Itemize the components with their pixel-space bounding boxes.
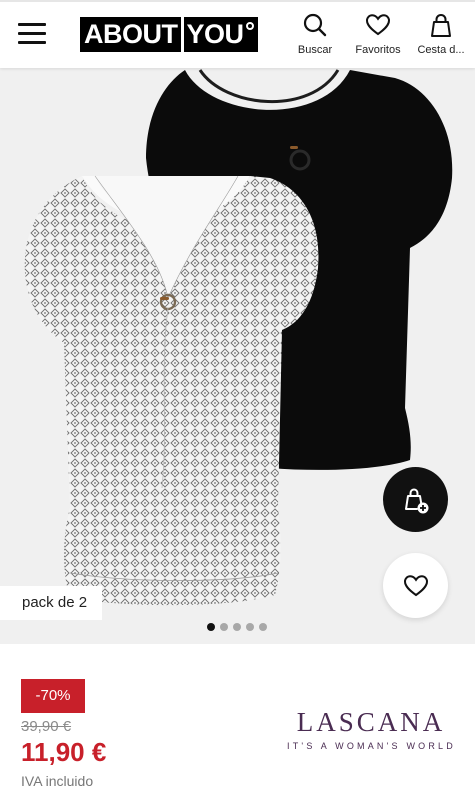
gallery-dot[interactable] bbox=[233, 623, 241, 631]
logo-text-you: YOU bbox=[186, 19, 245, 49]
favorites-label: Favoritos bbox=[355, 44, 401, 56]
cart-label: Cesta d... bbox=[417, 44, 465, 56]
cart-button[interactable]: Cesta d... bbox=[410, 12, 472, 60]
search-button[interactable]: Buscar bbox=[283, 12, 347, 60]
gallery-dot[interactable] bbox=[259, 623, 267, 631]
gallery-dot[interactable] bbox=[246, 623, 254, 631]
app-header: ABOUT YOU Buscar Favoritos Cesta d... bbox=[0, 0, 475, 68]
brand-name: LASCANA bbox=[296, 707, 446, 737]
menu-icon[interactable] bbox=[18, 23, 48, 45]
brand-logo[interactable]: LASCANA IT'S A WOMAN'S WORLD bbox=[287, 707, 455, 751]
sale-price: 11,90 € bbox=[21, 737, 107, 767]
bag-plus-icon bbox=[404, 487, 428, 513]
add-to-bag-button[interactable] bbox=[383, 467, 448, 532]
gallery-pagination bbox=[207, 623, 267, 631]
heart-icon bbox=[403, 574, 428, 596]
gallery-dot[interactable] bbox=[207, 623, 215, 631]
original-price: 39,90 € bbox=[21, 718, 72, 735]
vat-note: IVA incluido bbox=[21, 773, 94, 789]
about-you-logo[interactable]: ABOUT YOU bbox=[80, 17, 258, 52]
brand-tagline: IT'S A WOMAN'S WORLD bbox=[287, 741, 456, 751]
top-divider bbox=[0, 0, 475, 2]
logo-text-about: ABOUT bbox=[84, 19, 178, 49]
search-icon bbox=[303, 13, 327, 37]
shopping-bag-icon bbox=[431, 13, 451, 37]
discount-badge: -70% bbox=[21, 679, 85, 713]
white-print-top bbox=[24, 175, 319, 606]
gallery-dot[interactable] bbox=[220, 623, 228, 631]
heart-outline-icon bbox=[365, 14, 391, 36]
favorite-button[interactable] bbox=[383, 553, 448, 618]
favorites-button[interactable]: Favoritos bbox=[346, 12, 410, 60]
search-label: Buscar bbox=[297, 44, 333, 56]
pack-badge: pack de 2 bbox=[0, 586, 102, 620]
